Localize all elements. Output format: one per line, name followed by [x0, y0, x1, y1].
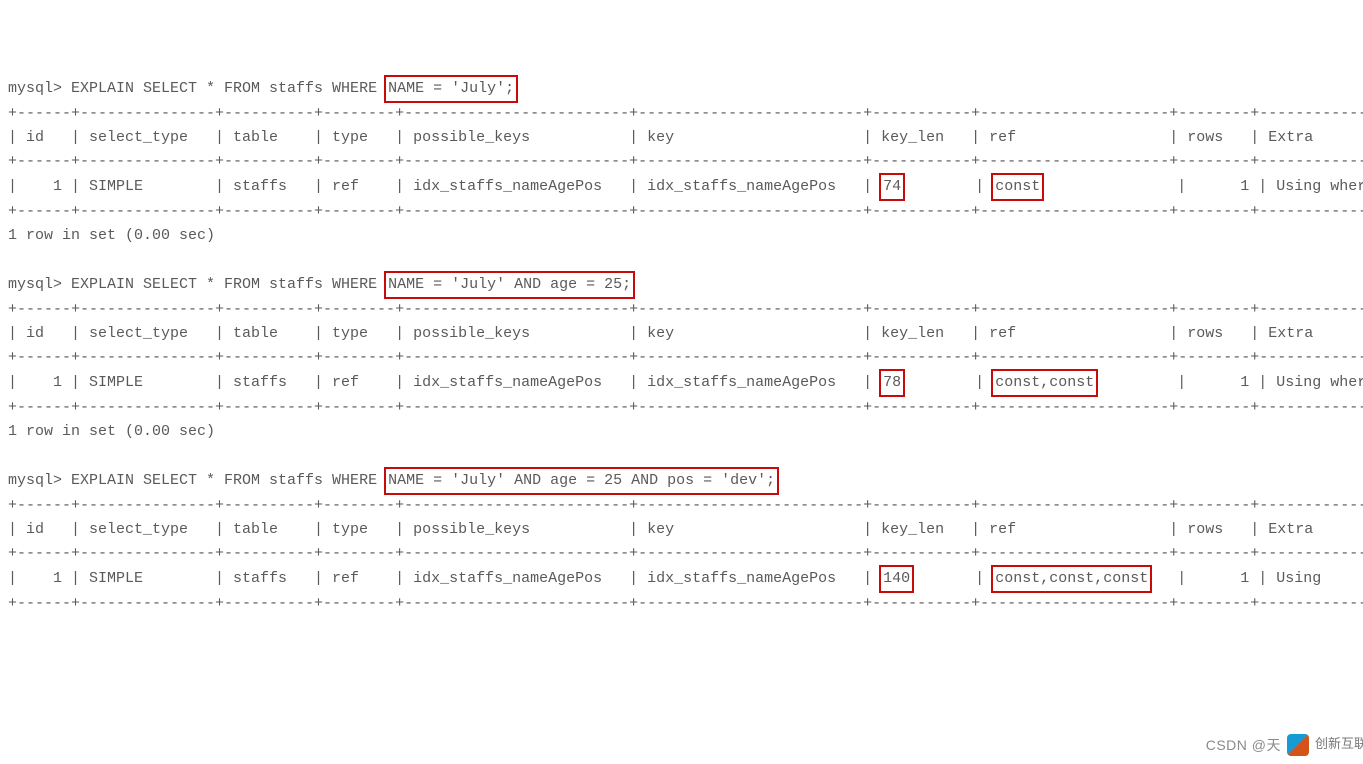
- mysql-prompt: mysql>: [8, 80, 71, 97]
- sql-statement: EXPLAIN SELECT * FROM staffs WHERE: [71, 80, 386, 97]
- sql-statement: EXPLAIN SELECT * FROM staffs WHERE: [71, 276, 386, 293]
- result-footer: 1 row in set (0.00 sec): [8, 227, 215, 244]
- result-footer: 1 row in set (0.00 sec): [8, 423, 215, 440]
- watermark-left-text: CSDN @天: [1206, 734, 1281, 756]
- highlight-key_len: 140: [879, 565, 914, 593]
- highlight-where-clause: NAME = 'July' AND age = 25;: [384, 271, 635, 299]
- watermark-right-text: 创新互联: [1315, 734, 1363, 755]
- highlight-ref: const,const: [991, 369, 1098, 397]
- terminal-output: mysql> EXPLAIN SELECT * FROM staffs WHER…: [8, 76, 1363, 616]
- highlight-key_len: 78: [879, 369, 905, 397]
- mysql-prompt: mysql>: [8, 276, 71, 293]
- mysql-prompt: mysql>: [8, 472, 71, 489]
- highlight-key_len: 74: [879, 173, 905, 201]
- highlight-where-clause: NAME = 'July' AND age = 25 AND pos = 'de…: [384, 467, 779, 495]
- watermark: CSDN @天 创新互联: [1202, 732, 1363, 758]
- sql-statement: EXPLAIN SELECT * FROM staffs WHERE: [71, 472, 386, 489]
- highlight-ref: const: [991, 173, 1044, 201]
- highlight-where-clause: NAME = 'July';: [384, 75, 518, 103]
- watermark-logo-icon: [1287, 734, 1309, 756]
- highlight-ref: const,const,const: [991, 565, 1152, 593]
